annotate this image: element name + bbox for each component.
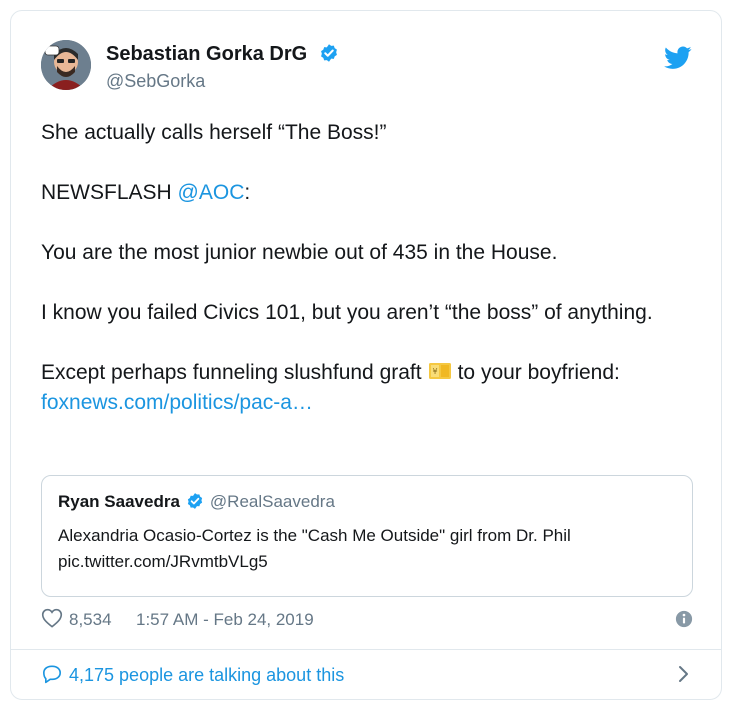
tweet-line: She actually calls herself “The Boss!” [41, 121, 387, 144]
quote-header: Ryan Saavedra @RealSaavedra [58, 492, 335, 512]
mention-link[interactable]: @AOC [178, 181, 245, 204]
article-link[interactable]: foxnews.com/politics/pac-a… [41, 391, 313, 414]
like-count[interactable]: 8,534 [69, 610, 112, 630]
talking-about-label: 4,175 people are talking about this [69, 665, 345, 685]
display-name-text: Sebastian Gorka DrG [106, 43, 308, 65]
colon-text: : [244, 181, 251, 204]
tweet-line: foxnews.com/politics/pac-a… [41, 388, 701, 418]
verified-badge-icon [187, 493, 203, 509]
timestamp[interactable]: 1:57 AM - Feb 24, 2019 [136, 610, 314, 630]
quote-text: Alexandria Ocasio-Cortez is the "Cash Me… [58, 526, 571, 545]
twitter-bird-icon[interactable] [664, 46, 692, 70]
avatar[interactable] [41, 40, 91, 90]
info-icon[interactable] [675, 610, 693, 628]
tweet-meta: 8,534 1:57 AM - Feb 24, 2019 [41, 604, 693, 634]
user-handle[interactable]: @SebGorka [106, 71, 205, 92]
quoted-tweet[interactable]: Ryan Saavedra @RealSaavedra Alexandria Oc… [41, 475, 693, 597]
quote-display-name[interactable]: Ryan Saavedra [58, 492, 180, 511]
tweet-line: I know you failed Civics 101, but you ar… [41, 301, 653, 324]
display-name[interactable]: Sebastian Gorka DrG [106, 43, 339, 66]
newsflash-text: NEWSFLASH [41, 181, 178, 204]
quote-media-link[interactable]: pic.twitter.com/JRvmtbVLg5 [58, 549, 678, 575]
tweet-text-segment: Except perhaps funneling slushfund graft [41, 361, 422, 384]
tweet-card: Sebastian Gorka DrG @SebGorka She actual… [10, 10, 722, 700]
chat-bubble-icon [43, 665, 62, 684]
chevron-right-icon [679, 666, 688, 682]
tweet-line: NEWSFLASH @AOC: [41, 178, 701, 208]
verified-badge-icon [320, 44, 337, 62]
quote-body: Alexandria Ocasio-Cortez is the "Cash Me… [58, 523, 678, 575]
cash-emoji-icon: ¥ [428, 363, 451, 379]
avatar-icon [41, 40, 91, 90]
talking-about-link[interactable]: 4,175 people are talking about this [41, 659, 693, 689]
divider [11, 649, 721, 650]
heart-icon[interactable] [41, 608, 63, 628]
tweet-text-segment: to your boyfriend: [457, 361, 620, 384]
tweet-text: She actually calls herself “The Boss!” N… [41, 118, 701, 418]
tweet-line: You are the most junior newbie out of 43… [41, 241, 558, 264]
svg-text:¥: ¥ [432, 367, 437, 376]
tweet-line: Except perhaps funneling slushfund graft… [41, 358, 701, 388]
quote-handle[interactable]: @RealSaavedra [210, 492, 335, 511]
